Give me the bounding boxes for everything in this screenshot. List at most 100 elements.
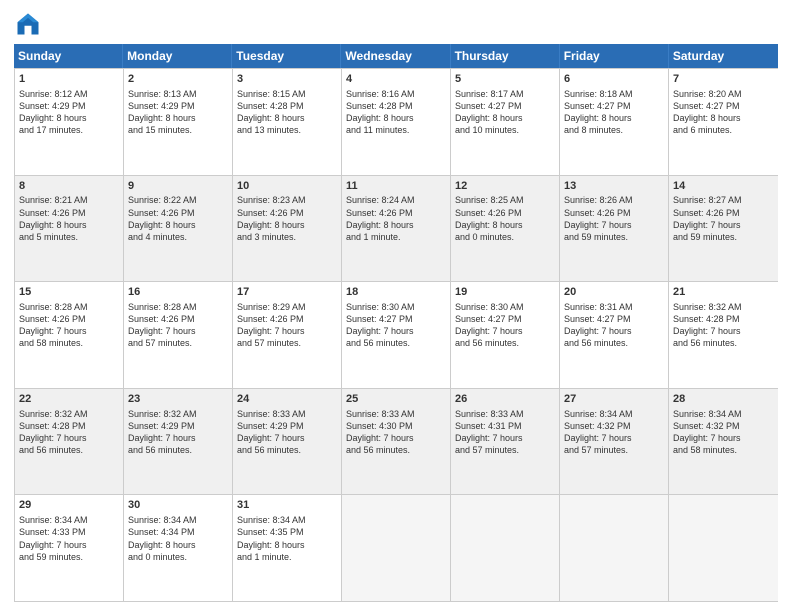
cell-line: Sunrise: 8:29 AM [237, 301, 337, 313]
calendar-body: 1Sunrise: 8:12 AMSunset: 4:29 PMDaylight… [14, 68, 778, 602]
cell-line: Sunset: 4:26 PM [455, 207, 555, 219]
cal-cell: 15Sunrise: 8:28 AMSunset: 4:26 PMDayligh… [15, 282, 124, 388]
cal-cell: 27Sunrise: 8:34 AMSunset: 4:32 PMDayligh… [560, 389, 669, 495]
day-number: 11 [346, 179, 446, 194]
cal-cell: 16Sunrise: 8:28 AMSunset: 4:26 PMDayligh… [124, 282, 233, 388]
header-wednesday: Wednesday [341, 44, 450, 68]
cell-line: Sunset: 4:26 PM [19, 313, 119, 325]
cell-line: Sunset: 4:26 PM [128, 207, 228, 219]
cell-line: and 58 minutes. [673, 444, 774, 456]
cal-cell: 26Sunrise: 8:33 AMSunset: 4:31 PMDayligh… [451, 389, 560, 495]
cell-line: Daylight: 8 hours [237, 539, 337, 551]
header-saturday: Saturday [669, 44, 778, 68]
day-number: 21 [673, 285, 774, 300]
cal-cell: 1Sunrise: 8:12 AMSunset: 4:29 PMDaylight… [15, 69, 124, 175]
cell-line: Sunset: 4:26 PM [346, 207, 446, 219]
cell-line: and 15 minutes. [128, 124, 228, 136]
cell-line: Sunset: 4:32 PM [564, 420, 664, 432]
cell-line: and 0 minutes. [455, 231, 555, 243]
cell-line: Daylight: 8 hours [128, 219, 228, 231]
cell-line: and 56 minutes. [673, 337, 774, 349]
day-number: 16 [128, 285, 228, 300]
cell-line: Sunrise: 8:28 AM [128, 301, 228, 313]
cell-line: Sunset: 4:26 PM [19, 207, 119, 219]
cell-line: Sunrise: 8:34 AM [128, 514, 228, 526]
cell-line: Daylight: 8 hours [346, 219, 446, 231]
cell-line: Sunset: 4:26 PM [237, 313, 337, 325]
cell-line: and 56 minutes. [564, 337, 664, 349]
cell-line: Sunset: 4:26 PM [673, 207, 774, 219]
cell-line: Sunrise: 8:20 AM [673, 88, 774, 100]
cal-cell: 12Sunrise: 8:25 AMSunset: 4:26 PMDayligh… [451, 176, 560, 282]
cell-line: and 59 minutes. [19, 551, 119, 563]
cell-line: Sunrise: 8:13 AM [128, 88, 228, 100]
cell-line: Daylight: 8 hours [237, 219, 337, 231]
calendar-row-2: 8Sunrise: 8:21 AMSunset: 4:26 PMDaylight… [15, 175, 778, 282]
cell-line: Sunset: 4:27 PM [455, 313, 555, 325]
day-number: 25 [346, 392, 446, 407]
cell-line: Daylight: 7 hours [19, 539, 119, 551]
day-number: 8 [19, 179, 119, 194]
day-number: 22 [19, 392, 119, 407]
cell-line: and 57 minutes. [128, 337, 228, 349]
day-number: 3 [237, 72, 337, 87]
cell-line: and 17 minutes. [19, 124, 119, 136]
day-number: 30 [128, 498, 228, 513]
cell-line: and 0 minutes. [128, 551, 228, 563]
cell-line: Sunrise: 8:26 AM [564, 194, 664, 206]
cell-line: Sunset: 4:28 PM [19, 420, 119, 432]
cal-cell: 14Sunrise: 8:27 AMSunset: 4:26 PMDayligh… [669, 176, 778, 282]
calendar-row-1: 1Sunrise: 8:12 AMSunset: 4:29 PMDaylight… [15, 68, 778, 175]
cell-line: Sunset: 4:32 PM [673, 420, 774, 432]
cal-cell: 10Sunrise: 8:23 AMSunset: 4:26 PMDayligh… [233, 176, 342, 282]
cell-line: and 3 minutes. [237, 231, 337, 243]
cal-cell: 3Sunrise: 8:15 AMSunset: 4:28 PMDaylight… [233, 69, 342, 175]
cell-line: Sunrise: 8:34 AM [673, 408, 774, 420]
cal-cell [560, 495, 669, 601]
calendar-row-3: 15Sunrise: 8:28 AMSunset: 4:26 PMDayligh… [15, 281, 778, 388]
day-number: 14 [673, 179, 774, 194]
cell-line: Daylight: 7 hours [673, 219, 774, 231]
cell-line: Sunrise: 8:27 AM [673, 194, 774, 206]
header-tuesday: Tuesday [232, 44, 341, 68]
cell-line: Daylight: 7 hours [19, 432, 119, 444]
day-number: 17 [237, 285, 337, 300]
day-number: 4 [346, 72, 446, 87]
cell-line: Daylight: 7 hours [673, 325, 774, 337]
cell-line: Daylight: 8 hours [128, 112, 228, 124]
cell-line: Sunrise: 8:33 AM [237, 408, 337, 420]
cell-line: and 10 minutes. [455, 124, 555, 136]
cal-cell: 19Sunrise: 8:30 AMSunset: 4:27 PMDayligh… [451, 282, 560, 388]
cell-line: Daylight: 8 hours [673, 112, 774, 124]
day-number: 18 [346, 285, 446, 300]
cell-line: and 56 minutes. [346, 337, 446, 349]
cell-line: Sunset: 4:29 PM [19, 100, 119, 112]
cell-line: Sunrise: 8:32 AM [19, 408, 119, 420]
cell-line: Sunset: 4:28 PM [237, 100, 337, 112]
cell-line: Sunrise: 8:33 AM [455, 408, 555, 420]
cell-line: Sunset: 4:26 PM [237, 207, 337, 219]
cell-line: Daylight: 8 hours [19, 219, 119, 231]
calendar-header: SundayMondayTuesdayWednesdayThursdayFrid… [14, 44, 778, 68]
cell-line: Sunrise: 8:30 AM [455, 301, 555, 313]
cal-cell: 21Sunrise: 8:32 AMSunset: 4:28 PMDayligh… [669, 282, 778, 388]
cell-line: Sunrise: 8:32 AM [673, 301, 774, 313]
cell-line: Sunset: 4:27 PM [346, 313, 446, 325]
day-number: 29 [19, 498, 119, 513]
cal-cell: 20Sunrise: 8:31 AMSunset: 4:27 PMDayligh… [560, 282, 669, 388]
cell-line: Sunset: 4:33 PM [19, 526, 119, 538]
cell-line: Sunset: 4:28 PM [673, 313, 774, 325]
cal-cell: 30Sunrise: 8:34 AMSunset: 4:34 PMDayligh… [124, 495, 233, 601]
cell-line: Daylight: 7 hours [19, 325, 119, 337]
day-number: 31 [237, 498, 337, 513]
header [14, 10, 778, 38]
cell-line: Sunset: 4:29 PM [237, 420, 337, 432]
cell-line: and 58 minutes. [19, 337, 119, 349]
cell-line: Sunrise: 8:33 AM [346, 408, 446, 420]
day-number: 23 [128, 392, 228, 407]
cal-cell: 28Sunrise: 8:34 AMSunset: 4:32 PMDayligh… [669, 389, 778, 495]
cell-line: Daylight: 8 hours [455, 219, 555, 231]
day-number: 10 [237, 179, 337, 194]
cell-line: and 57 minutes. [237, 337, 337, 349]
day-number: 20 [564, 285, 664, 300]
